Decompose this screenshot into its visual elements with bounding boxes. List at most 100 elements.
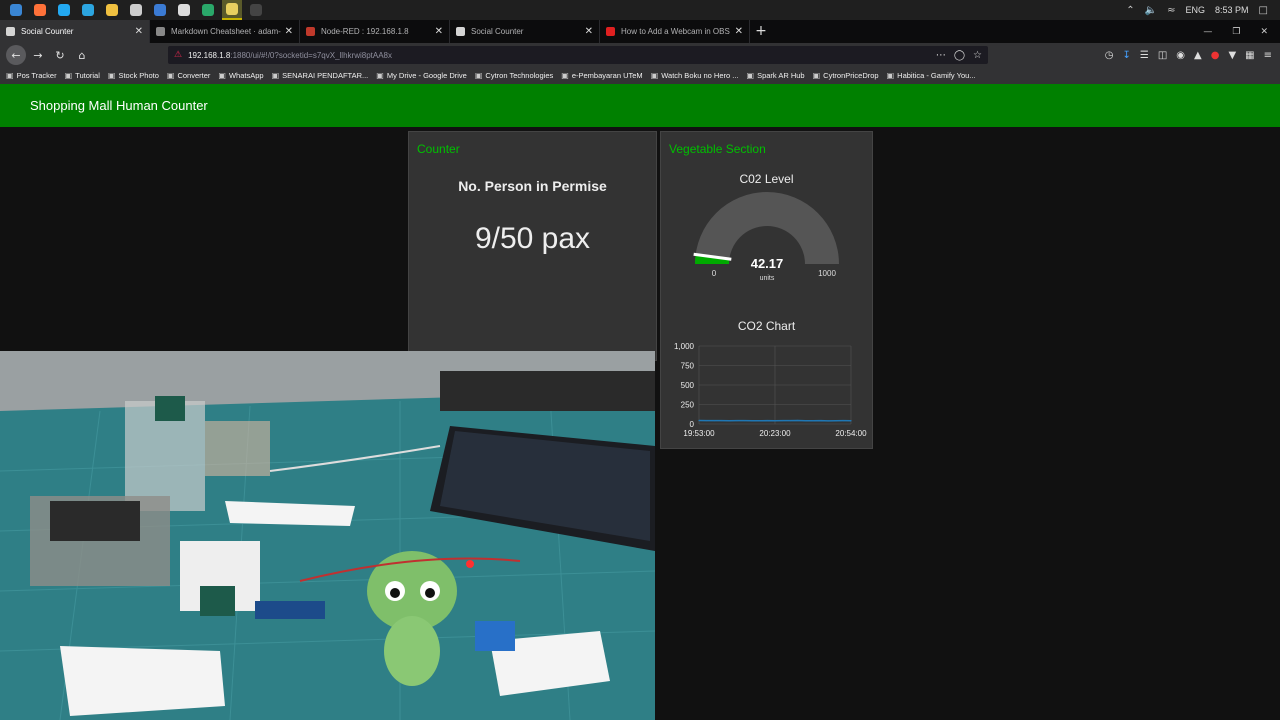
chart-x-tick-label: 20:23:00	[759, 429, 791, 438]
extension-icon[interactable]: ▲	[1194, 50, 1202, 61]
toolbar-right: ◷ ↧ ☰ ◫ ◉ ▲ ● ▼ ▦ ≡	[1105, 50, 1272, 61]
pocket-icon[interactable]: ◯	[954, 50, 965, 61]
back-button[interactable]: ←	[6, 45, 26, 65]
taskbar-app[interactable]	[30, 0, 50, 20]
extension-red-icon[interactable]: ●	[1211, 50, 1220, 61]
notification-icon[interactable]: □	[1259, 5, 1268, 16]
bookmark-item[interactable]: ▣ Pos Tracker	[6, 71, 57, 80]
tab-title: How to Add a Webcam in OBS	[621, 27, 730, 36]
taskbar-app[interactable]	[126, 0, 146, 20]
close-tab-icon[interactable]: ✕	[435, 26, 443, 37]
chart-data-point	[751, 420, 753, 422]
chart-data-point	[797, 419, 799, 422]
chart-data-point	[774, 420, 776, 422]
firefox-icon	[34, 4, 46, 16]
chart-data-point	[850, 420, 852, 422]
window-controls: — ❐ ✕	[1203, 27, 1280, 37]
insecure-lock-icon[interactable]: ⚠	[174, 50, 182, 60]
home-button[interactable]: ⌂	[72, 45, 92, 65]
taskbar-app[interactable]	[102, 0, 122, 20]
url-path: :1880/ui/#!/0?socketid=s7qvX_llhkrwi8ptA…	[230, 50, 392, 60]
windows-taskbar: ⌃ 🔈 ≈ ENG 8:53 PM □	[0, 0, 1280, 20]
taskbar-app[interactable]	[78, 0, 98, 20]
close-tab-icon[interactable]: ✕	[135, 26, 143, 37]
bookmark-item[interactable]: ▣ My Drive - Google Drive	[376, 71, 467, 80]
close-tab-icon[interactable]: ✕	[735, 26, 743, 37]
browser-tab[interactable]: How to Add a Webcam in OBS ✕	[600, 20, 750, 43]
language-indicator[interactable]: ENG	[1186, 5, 1206, 15]
bookmark-item[interactable]: ▣ Habitica - Gamify You...	[887, 71, 976, 80]
browser-tab[interactable]: Social Counter ✕	[0, 20, 150, 43]
gauge-units: units	[760, 275, 775, 282]
gauge-track	[695, 192, 839, 264]
url-host: 192.168.1.8	[188, 50, 231, 60]
extensions-puzzle-icon[interactable]: ▦	[1245, 50, 1254, 61]
reload-button[interactable]: ↻	[50, 45, 70, 65]
history-icon[interactable]: ◷	[1105, 50, 1114, 61]
taskbar-apps	[0, 0, 270, 20]
close-tab-icon[interactable]: ✕	[285, 26, 293, 37]
wifi-icon[interactable]: ≈	[1167, 5, 1175, 16]
chart-data-point	[789, 420, 791, 422]
bookmark-item[interactable]: ▣ e-Pembayaran UTeM	[561, 71, 642, 80]
browser-tab[interactable]: Social Counter ✕	[450, 20, 600, 43]
download-icon[interactable]: ↧	[1122, 50, 1130, 61]
chart-x-tick-label: 20:54:00	[835, 429, 867, 438]
bookmark-item[interactable]: ▣ CytronPriceDrop	[813, 71, 879, 80]
bookmark-label: Stock Photo	[118, 71, 159, 80]
chevron-up-icon[interactable]: ⌃	[1126, 5, 1134, 16]
bookmark-item[interactable]: ▣ SENARAI PENDAFTAR...	[272, 71, 369, 80]
minimize-icon[interactable]: —	[1203, 27, 1212, 37]
clock[interactable]: 8:53 PM	[1215, 5, 1249, 15]
obs-icon	[250, 4, 262, 16]
bookmark-item[interactable]: ▣ Stock Photo	[108, 71, 159, 80]
chart-data-point	[827, 420, 829, 422]
chart-data-point	[812, 420, 814, 422]
taskbar-app[interactable]	[246, 0, 266, 20]
bookmark-label: WhatsApp	[228, 71, 264, 80]
bookmark-item[interactable]: ▣ Tutorial	[65, 71, 100, 80]
bookmark-item[interactable]: ▣ WhatsApp	[218, 71, 263, 80]
taskbar-app[interactable]	[54, 0, 74, 20]
bookmark-icon: ▣	[474, 71, 483, 80]
bookmark-icon: ▣	[650, 71, 659, 80]
sourcetree-icon	[202, 4, 214, 16]
taskbar-app[interactable]	[198, 0, 218, 20]
bookmark-label: Cytron Technologies	[485, 71, 554, 80]
navigation-bar: ← → ↻ ⌂ ⚠ 192.168.1.8 :1880/ui/#!/0?sock…	[0, 43, 1280, 67]
vegetable-section-group: Vegetable Section C02 Level 42.17 units …	[660, 131, 873, 449]
browser-tab[interactable]: Node-RED : 192.168.1.8 ✕	[300, 20, 450, 43]
bookmark-star-icon[interactable]: ☆	[973, 50, 982, 61]
taskbar-app[interactable]	[6, 0, 26, 20]
volume-icon[interactable]: 🔈	[1145, 5, 1157, 16]
vscode-icon	[58, 4, 70, 16]
library-icon[interactable]: ☰	[1140, 50, 1149, 61]
bookmark-item[interactable]: ▣ Cytron Technologies	[475, 71, 553, 80]
tab-title: Social Counter	[21, 27, 74, 36]
menu-icon[interactable]: ≡	[1264, 50, 1272, 61]
new-tab-button[interactable]: +	[750, 20, 772, 43]
close-window-icon[interactable]: ✕	[1260, 27, 1268, 37]
app-icon	[154, 4, 166, 16]
bookmark-item[interactable]: ▣ Spark AR Hub	[747, 71, 805, 80]
extension-v-icon[interactable]: ▼	[1228, 50, 1236, 61]
taskbar-app[interactable]	[150, 0, 170, 20]
gauge-label: C02 Level	[739, 172, 794, 186]
bookmark-label: Tutorial	[75, 71, 100, 80]
sidebar-icon[interactable]: ◫	[1158, 50, 1167, 61]
bookmark-label: Watch Boku no Hero ...	[661, 71, 739, 80]
url-bar[interactable]: ⚠ 192.168.1.8 :1880/ui/#!/0?socketid=s7q…	[168, 46, 988, 64]
bookmark-item[interactable]: ▣ Watch Boku no Hero ...	[651, 71, 739, 80]
bookmark-label: Converter	[177, 71, 211, 80]
bookmark-item[interactable]: ▣ Converter	[167, 71, 211, 80]
taskbar-app[interactable]	[174, 0, 194, 20]
page-actions-icon[interactable]: ⋯	[936, 50, 946, 61]
close-tab-icon[interactable]: ✕	[585, 26, 593, 37]
chart-data-point	[842, 420, 844, 422]
account-icon[interactable]: ◉	[1176, 50, 1185, 61]
restore-icon[interactable]: ❐	[1232, 27, 1240, 37]
taskbar-app[interactable]	[222, 0, 242, 20]
chart-title: CO2 Chart	[737, 319, 796, 333]
forward-button[interactable]: →	[28, 45, 48, 65]
browser-tab[interactable]: Markdown Cheatsheet · adam-p ✕	[150, 20, 300, 43]
